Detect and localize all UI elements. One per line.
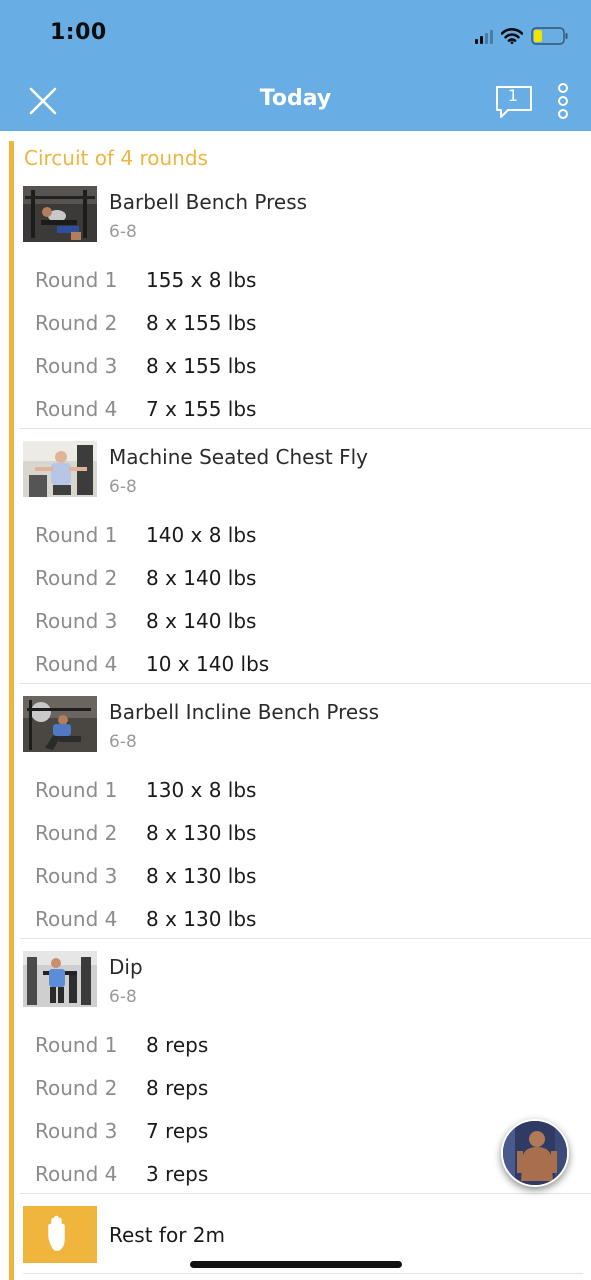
round-value[interactable]: 8 x 130 lbs [146, 864, 256, 888]
circuit-title: Circuit of 4 rounds [24, 146, 208, 170]
round-label: Round 2 [35, 1076, 118, 1100]
round-label: Round 3 [35, 864, 118, 888]
exercise-name: Machine Seated Chest Fly [109, 445, 368, 469]
rest-icon-tile [23, 1206, 97, 1263]
round-value[interactable]: 10 x 140 lbs [146, 652, 269, 676]
circuit-indicator-bar [9, 141, 14, 1280]
round-label: Round 1 [35, 1033, 118, 1057]
status-icons [475, 24, 569, 48]
bench-press-photo [23, 186, 97, 242]
round-label: Round 2 [35, 311, 118, 335]
exercise-target: 6-8 [109, 732, 137, 752]
divider [23, 1273, 583, 1274]
round-value[interactable]: 155 x 8 lbs [146, 268, 256, 292]
round-label: Round 2 [35, 566, 118, 590]
exercise-name: Barbell Bench Press [109, 190, 308, 214]
coach-photo [503, 1121, 567, 1185]
round-value[interactable]: 8 x 140 lbs [146, 609, 256, 633]
round-label: Round 4 [35, 1162, 118, 1186]
round-label: Round 3 [35, 1119, 118, 1143]
round-label: Round 1 [35, 268, 118, 292]
round-label: Round 4 [35, 907, 118, 931]
exercise-target: 6-8 [109, 477, 137, 497]
battery-icon [531, 27, 568, 45]
exercise-target: 6-8 [109, 222, 137, 242]
chest-fly-photo [23, 441, 97, 497]
hand-icon [48, 1215, 65, 1251]
round-value[interactable]: 8 x 130 lbs [146, 907, 256, 931]
incline-bench-photo [23, 696, 97, 752]
exercise-card[interactable]: Barbell Incline Bench Press 6-8 Round 1 … [18, 696, 591, 939]
cellular-signal-icon [475, 29, 493, 44]
round-label: Round 4 [35, 652, 118, 676]
divider [20, 428, 591, 429]
exercise-target: 6-8 [109, 987, 137, 1007]
wifi-icon [501, 28, 523, 44]
exercise-card[interactable]: Machine Seated Chest Fly 6-8 Round 1 140… [18, 441, 591, 684]
rest-row[interactable]: Rest for 2m [23, 1206, 583, 1274]
round-value[interactable]: 8 reps [146, 1033, 208, 1057]
round-label: Round 1 [35, 778, 118, 802]
round-value[interactable]: 140 x 8 lbs [146, 523, 256, 547]
dip-photo [23, 951, 97, 1007]
home-indicator[interactable] [190, 1261, 402, 1268]
round-value[interactable]: 8 x 130 lbs [146, 821, 256, 845]
comments-count: 1 [507, 86, 519, 105]
divider [20, 683, 591, 684]
app-header: 1:00 Today 1 [0, 0, 591, 131]
round-value[interactable]: 8 x 155 lbs [146, 311, 256, 335]
status-time: 1:00 [50, 20, 107, 45]
round-value[interactable]: 3 reps [146, 1162, 208, 1186]
round-value[interactable]: 8 x 140 lbs [146, 566, 256, 590]
round-value[interactable]: 130 x 8 lbs [146, 778, 256, 802]
round-value[interactable]: 7 reps [146, 1119, 208, 1143]
round-label: Round 4 [35, 397, 118, 421]
exercise-name: Barbell Incline Bench Press [109, 700, 380, 724]
round-label: Round 3 [35, 354, 118, 378]
exercise-card[interactable]: Barbell Bench Press 6-8 Round 1 155 x 8 … [18, 186, 591, 429]
coach-avatar[interactable] [501, 1119, 569, 1187]
divider [20, 1193, 591, 1194]
round-label: Round 3 [35, 609, 118, 633]
divider [20, 938, 591, 939]
round-value[interactable]: 8 reps [146, 1076, 208, 1100]
round-value[interactable]: 7 x 155 lbs [146, 397, 256, 421]
more-options-icon[interactable] [553, 82, 573, 120]
round-label: Round 1 [35, 523, 118, 547]
rest-label: Rest for 2m [109, 1223, 225, 1247]
round-value[interactable]: 8 x 155 lbs [146, 354, 256, 378]
round-label: Round 2 [35, 821, 118, 845]
exercise-name: Dip [109, 955, 143, 979]
